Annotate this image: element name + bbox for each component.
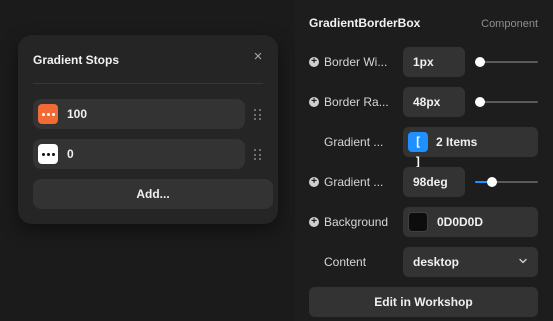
property-label-text: Gradient ... <box>324 135 384 149</box>
gradient-stops-count: 2 Items <box>436 135 478 149</box>
plus-icon[interactable]: + <box>309 217 319 227</box>
gradient-stops-label: Gradient ... <box>324 135 383 149</box>
drag-handle-icon[interactable] <box>254 109 262 121</box>
property-label-text: Background <box>324 215 389 229</box>
plus-icon[interactable]: + <box>309 57 319 67</box>
gradient-stop-row[interactable]: 0 <box>33 139 245 169</box>
stop-position-value[interactable]: 0 <box>67 147 74 161</box>
stop-position-value[interactable]: 100 <box>67 107 87 121</box>
gradient-stops-popover: Gradient Stops × 100 0 Add... <box>18 35 278 224</box>
popover-title: Gradient Stops <box>33 53 120 67</box>
property-label-text: Border Wi... <box>324 55 388 69</box>
more-icon <box>41 152 55 156</box>
close-icon[interactable]: × <box>251 49 265 64</box>
gradient-angle-slider[interactable] <box>475 176 538 188</box>
stop-color-swatch[interactable] <box>38 144 58 164</box>
slider-thumb[interactable] <box>487 177 497 187</box>
border-radius-label[interactable]: + Border Ra... <box>309 95 389 109</box>
border-radius-input[interactable]: 48px <box>403 87 465 117</box>
drag-handle-icon[interactable] <box>254 149 262 161</box>
background-color-field[interactable]: 0D0D0D <box>403 207 538 237</box>
content-label: Content <box>324 255 366 269</box>
background-color-swatch[interactable] <box>408 212 428 232</box>
gradient-stop-row[interactable]: 100 <box>33 99 245 129</box>
border-width-label[interactable]: + Border Wi... <box>309 55 387 69</box>
border-width-input[interactable]: 1px <box>403 47 465 77</box>
properties-panel: GradientBorderBox Component + Border Wi.… <box>295 0 553 321</box>
content-select-value: desktop <box>413 255 460 269</box>
gradient-angle-input[interactable]: 98deg <box>403 167 465 197</box>
add-stop-button[interactable]: Add... <box>33 179 273 209</box>
array-icon: [ ] <box>408 132 428 169</box>
gradient-stops-field[interactable]: [ ] 2 Items <box>403 127 538 169</box>
stop-color-swatch[interactable] <box>38 104 58 124</box>
plus-icon[interactable]: + <box>309 177 319 187</box>
property-label-text: Gradient ... <box>324 175 384 189</box>
background-color-value[interactable]: 0D0D0D <box>437 215 483 229</box>
chevron-down-icon <box>519 258 527 264</box>
more-icon <box>41 112 55 116</box>
plus-icon[interactable]: + <box>309 97 319 107</box>
content-select[interactable]: desktop <box>403 247 538 277</box>
component-title: GradientBorderBox <box>309 16 421 30</box>
border-radius-slider[interactable] <box>475 96 538 108</box>
divider <box>33 83 263 84</box>
background-label[interactable]: + Background <box>309 215 388 229</box>
gradient-angle-label[interactable]: + Gradient ... <box>309 175 383 189</box>
property-label-text: Border Ra... <box>324 95 389 109</box>
slider-thumb[interactable] <box>475 57 485 67</box>
property-label-text: Content <box>324 255 367 269</box>
edit-in-workshop-button[interactable]: Edit in Workshop <box>309 287 538 317</box>
slider-thumb[interactable] <box>475 97 485 107</box>
border-width-slider[interactable] <box>475 56 538 68</box>
component-type-label: Component <box>481 18 538 30</box>
